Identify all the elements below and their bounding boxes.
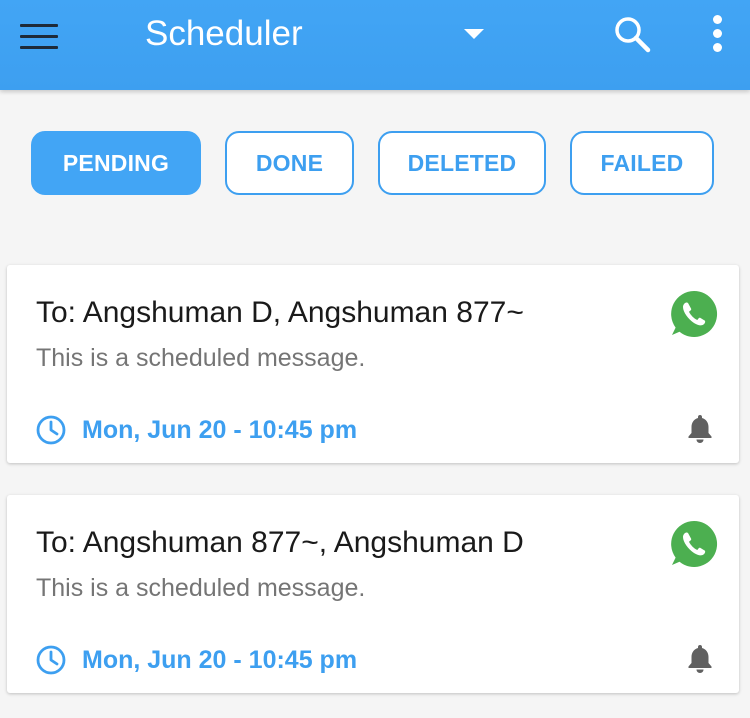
menu-icon[interactable] — [20, 24, 58, 50]
message-body: This is a scheduled message. — [36, 574, 366, 602]
clock-icon — [36, 415, 66, 445]
scheduled-message-card[interactable]: To: Angshuman 877~, Angshuman D This is … — [7, 495, 739, 693]
app-bar: Scheduler — [0, 0, 750, 90]
message-recipients: To: Angshuman 877~, Angshuman D — [36, 526, 524, 559]
tab-done[interactable]: DONE — [225, 131, 354, 195]
bell-icon[interactable] — [685, 412, 715, 444]
scheduled-message-card[interactable]: To: Angshuman D, Angshuman 877~ This is … — [7, 265, 739, 463]
app-title: Scheduler — [145, 14, 303, 53]
search-icon[interactable] — [612, 14, 652, 54]
message-recipients: To: Angshuman D, Angshuman 877~ — [36, 296, 524, 329]
scheduled-time: Mon, Jun 20 - 10:45 pm — [82, 416, 358, 444]
scheduled-time: Mon, Jun 20 - 10:45 pm — [82, 646, 358, 674]
clock-icon — [36, 645, 66, 675]
more-vert-icon[interactable] — [707, 14, 729, 54]
whatsapp-icon — [671, 520, 718, 567]
whatsapp-icon — [671, 290, 718, 337]
message-body: This is a scheduled message. — [36, 344, 366, 372]
dropdown-arrow-icon[interactable] — [464, 29, 484, 39]
bell-icon[interactable] — [685, 642, 715, 674]
tab-pending[interactable]: PENDING — [31, 131, 201, 195]
tab-failed[interactable]: FAILED — [570, 131, 714, 195]
tab-deleted[interactable]: DELETED — [378, 131, 546, 195]
